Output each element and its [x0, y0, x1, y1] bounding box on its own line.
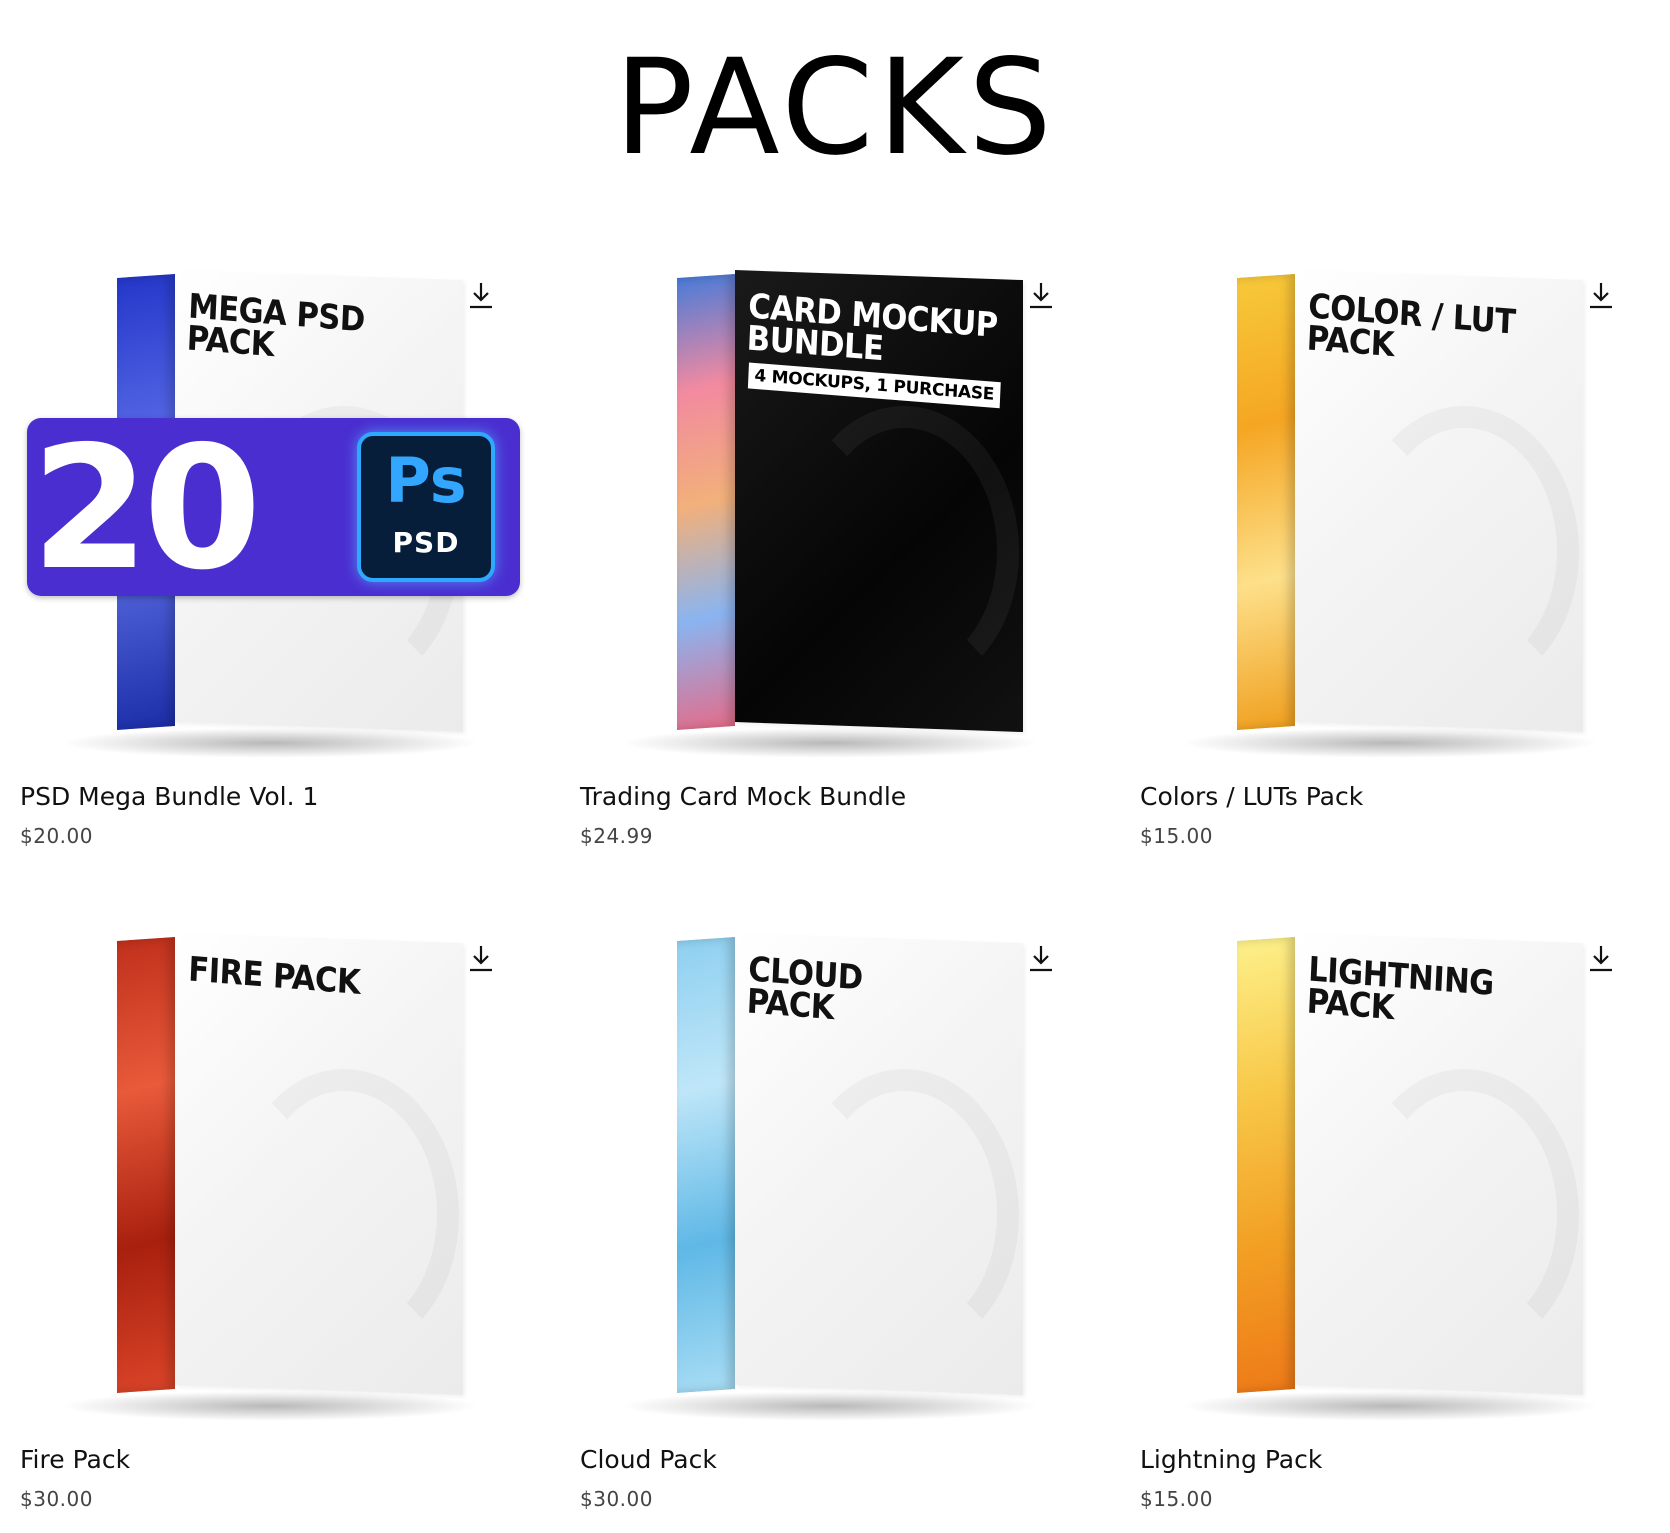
- box-side-panel: [1237, 936, 1295, 1393]
- product-box: COLOR / LUT PACK: [1237, 270, 1583, 733]
- download-icon[interactable]: [1588, 280, 1614, 310]
- swirl-graphic: [235, 1065, 459, 1357]
- box-front-panel: CLOUD PACK: [735, 933, 1023, 1396]
- product-card[interactable]: MEGA PSD PACK 20 Ps PSD PSD Mega Bundle Vol.…: [0, 250, 522, 870]
- product-price: $24.99: [580, 824, 653, 848]
- box-front-panel: FIRE PACK: [175, 933, 463, 1396]
- product-price: $15.00: [1140, 824, 1213, 848]
- product-image[interactable]: CLOUD PACK: [560, 913, 1082, 1421]
- box-side-panel: [677, 936, 735, 1393]
- product-card[interactable]: FIRE PACK Fire Pack $30.00: [0, 913, 522, 1533]
- box-label: MEGA PSD PACK: [186, 286, 366, 366]
- box-label: CLOUD PACK: [746, 949, 864, 1029]
- download-icon[interactable]: [468, 280, 494, 310]
- box-side-panel: [1237, 273, 1295, 730]
- product-name[interactable]: PSD Mega Bundle Vol. 1: [20, 782, 318, 811]
- swirl-graphic: [795, 402, 1019, 694]
- product-card[interactable]: CARD MOCKUP BUNDLE 4 MOCKUPS, 1 PURCHASE T…: [560, 250, 1082, 870]
- product-price: $20.00: [20, 824, 93, 848]
- photoshop-icon-letters: Ps: [385, 444, 467, 517]
- box-shadow: [60, 1391, 480, 1421]
- product-name[interactable]: Fire Pack: [20, 1445, 130, 1474]
- swirl-graphic: [795, 1065, 1019, 1357]
- download-icon[interactable]: [1588, 943, 1614, 973]
- product-image[interactable]: COLOR / LUT PACK: [1120, 250, 1642, 758]
- product-price: $15.00: [1140, 1487, 1213, 1511]
- box-shadow: [620, 1391, 1040, 1421]
- product-card[interactable]: LIGHTNING PACK Lightning Pack $15.00: [1120, 913, 1642, 1533]
- download-icon[interactable]: [1028, 943, 1054, 973]
- product-box: LIGHTNING PACK: [1237, 933, 1583, 1396]
- box-label: COLOR / LUT PACK: [1306, 286, 1517, 366]
- box-label: LIGHTNING PACK: [1306, 949, 1495, 1029]
- product-image[interactable]: LIGHTNING PACK: [1120, 913, 1642, 1421]
- box-side-panel: [677, 273, 735, 730]
- product-name[interactable]: Cloud Pack: [580, 1445, 717, 1474]
- download-icon[interactable]: [1028, 280, 1054, 310]
- product-card[interactable]: CLOUD PACK Cloud Pack $30.00: [560, 913, 1082, 1533]
- box-shadow: [620, 728, 1040, 758]
- product-price: $30.00: [580, 1487, 653, 1511]
- product-card[interactable]: COLOR / LUT PACK Colors / LUTs Pack $15.00: [1120, 250, 1642, 870]
- page-title: PACKS: [614, 31, 1056, 185]
- download-icon[interactable]: [468, 943, 494, 973]
- product-image[interactable]: FIRE PACK: [0, 913, 522, 1421]
- product-box: CARD MOCKUP BUNDLE 4 MOCKUPS, 1 PURCHASE: [677, 270, 1023, 733]
- product-image[interactable]: CARD MOCKUP BUNDLE 4 MOCKUPS, 1 PURCHASE: [560, 250, 1082, 758]
- box-label: FIRE PACK: [187, 949, 362, 1003]
- photoshop-icon: Ps PSD: [357, 432, 495, 582]
- product-box: CLOUD PACK: [677, 933, 1023, 1396]
- product-box: FIRE PACK: [117, 933, 463, 1396]
- box-front-panel: CARD MOCKUP BUNDLE 4 MOCKUPS, 1 PURCHASE: [735, 270, 1023, 733]
- box-shadow: [60, 728, 480, 758]
- swirl-graphic: [1355, 402, 1579, 694]
- swirl-graphic: [1355, 1065, 1579, 1357]
- product-name[interactable]: Lightning Pack: [1140, 1445, 1322, 1474]
- box-shadow: [1180, 1391, 1600, 1421]
- box-shadow: [1180, 728, 1600, 758]
- product-image[interactable]: MEGA PSD PACK 20 Ps PSD: [0, 250, 522, 758]
- product-name[interactable]: Trading Card Mock Bundle: [580, 782, 906, 811]
- box-front-panel: LIGHTNING PACK: [1295, 933, 1583, 1396]
- box-side-panel: [117, 936, 175, 1393]
- box-front-panel: COLOR / LUT PACK: [1295, 270, 1583, 733]
- badge-count: 20: [31, 410, 262, 608]
- product-price: $30.00: [20, 1487, 93, 1511]
- product-name[interactable]: Colors / LUTs Pack: [1140, 782, 1363, 811]
- count-badge: 20 Ps PSD: [27, 418, 520, 596]
- box-label: CARD MOCKUP BUNDLE: [746, 286, 999, 370]
- photoshop-icon-format: PSD: [392, 526, 460, 559]
